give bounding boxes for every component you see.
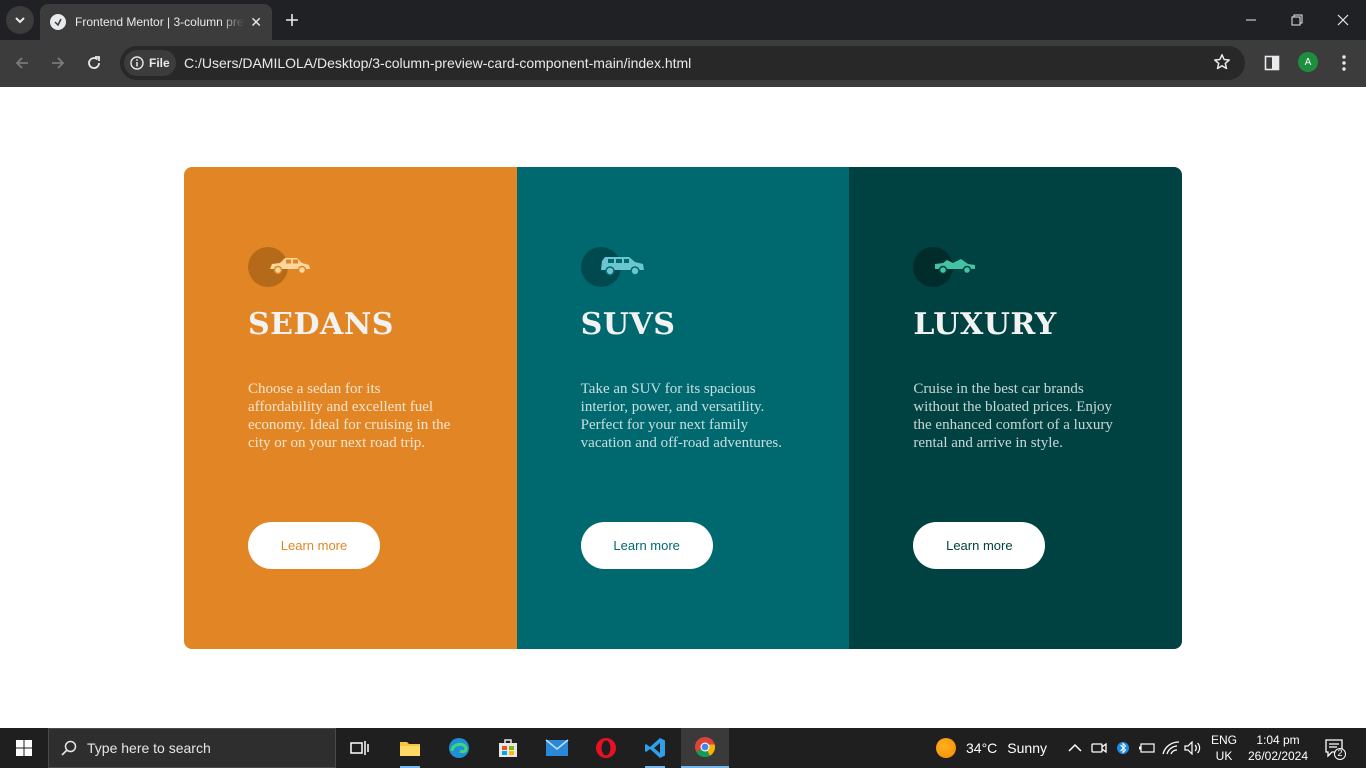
card-sedans: SEDANS Choose a sedan for its affordabil… bbox=[184, 167, 517, 649]
microsoft-store-button[interactable] bbox=[484, 728, 532, 768]
windows-logo-icon bbox=[16, 740, 32, 756]
new-tab-button[interactable] bbox=[282, 10, 302, 30]
forward-button[interactable] bbox=[47, 52, 69, 74]
task-view-icon bbox=[350, 741, 369, 755]
opera-browser-icon bbox=[596, 738, 616, 758]
sun-icon bbox=[936, 738, 956, 758]
card-description: Choose a sedan for its affordability and… bbox=[248, 381, 451, 451]
file-explorer-button[interactable] bbox=[386, 728, 434, 768]
tab-title: Frontend Mentor | 3-column preview card … bbox=[75, 15, 245, 29]
bluetooth-icon[interactable] bbox=[1114, 739, 1132, 757]
card-suvs: SUVS Take an SUV for its spacious interi… bbox=[516, 167, 850, 649]
opera-button[interactable] bbox=[582, 728, 630, 768]
language-code: ENG bbox=[1211, 733, 1238, 747]
side-panel-button[interactable] bbox=[1262, 52, 1282, 74]
tab-close-icon[interactable]: ✕ bbox=[250, 14, 262, 31]
learn-more-button-suvs[interactable]: Learn more bbox=[580, 522, 713, 569]
profile-avatar[interactable]: A bbox=[1298, 52, 1318, 72]
side-panel-icon bbox=[1264, 55, 1280, 71]
system-clock[interactable]: 1:04 pm 26/02/2024 bbox=[1246, 732, 1310, 764]
chevron-up-icon[interactable] bbox=[1066, 739, 1084, 757]
search-icon bbox=[61, 740, 77, 756]
wifi-icon[interactable] bbox=[1162, 739, 1180, 757]
tab-search-button[interactable] bbox=[6, 6, 34, 34]
browser-tabstrip: Frontend Mentor | 3-column preview card … bbox=[0, 0, 1366, 40]
windows-taskbar: Type here to search 34°C Sunny ENG UK 1:… bbox=[0, 728, 1366, 768]
card-luxury: LUXURY Cruise in the best car brands wit… bbox=[849, 167, 1182, 649]
browser-tab-active[interactable]: Frontend Mentor | 3-column preview card … bbox=[40, 4, 272, 40]
back-button[interactable] bbox=[11, 52, 33, 74]
clock-time: 1:04 pm bbox=[1256, 733, 1300, 747]
card-title: LUXURY bbox=[913, 307, 1057, 342]
url-text[interactable]: C:/Users/DAMILOLA/Desktop/3-column-previ… bbox=[184, 55, 691, 71]
edge-button[interactable] bbox=[435, 728, 483, 768]
clock-date: 26/02/2024 bbox=[1247, 749, 1309, 763]
learn-more-button-luxury[interactable]: Learn more bbox=[913, 522, 1046, 569]
luxury-car-icon bbox=[913, 247, 977, 287]
preview-card-component: SEDANS Choose a sedan for its affordabil… bbox=[184, 167, 1182, 649]
plus-icon bbox=[286, 14, 298, 26]
info-icon bbox=[130, 56, 144, 70]
edge-browser-icon bbox=[449, 738, 469, 758]
weather-widget[interactable]: 34°C Sunny bbox=[936, 728, 1047, 768]
weather-temperature: 34°C bbox=[966, 740, 998, 756]
reload-icon bbox=[88, 56, 100, 69]
sedan-car-icon bbox=[248, 247, 312, 287]
card-title: SEDANS bbox=[248, 307, 394, 342]
site-chip-label: File bbox=[149, 56, 170, 70]
suv-car-icon bbox=[580, 247, 645, 287]
browser-toolbar: File C:/Users/DAMILOLA/Desktop/3-column-… bbox=[0, 40, 1366, 87]
search-placeholder: Type here to search bbox=[87, 740, 211, 756]
battery-icon[interactable] bbox=[1138, 739, 1156, 757]
keyboard-layout: UK bbox=[1215, 749, 1233, 763]
taskbar-search-input[interactable]: Type here to search bbox=[48, 728, 336, 768]
chevron-down-icon bbox=[15, 17, 25, 24]
mail-icon bbox=[545, 739, 569, 756]
card-title: SUVS bbox=[580, 307, 676, 342]
minimize-icon bbox=[1246, 19, 1256, 21]
vs-code-icon bbox=[645, 738, 665, 758]
mail-button[interactable] bbox=[533, 728, 581, 768]
chrome-browser-icon bbox=[695, 737, 716, 758]
start-button[interactable] bbox=[0, 728, 48, 768]
page-viewport: SEDANS Choose a sedan for its affordabil… bbox=[0, 87, 1366, 728]
site-info-chip[interactable]: File bbox=[124, 50, 176, 76]
notification-center-button[interactable]: 2 bbox=[1324, 738, 1346, 760]
card-description: Cruise in the best car brands without th… bbox=[913, 381, 1113, 451]
minimize-button[interactable] bbox=[1241, 10, 1261, 30]
learn-more-button-sedans[interactable]: Learn more bbox=[248, 522, 380, 569]
bookmark-star-icon[interactable] bbox=[1213, 53, 1231, 76]
folder-icon bbox=[400, 742, 420, 756]
close-window-button[interactable] bbox=[1333, 10, 1353, 30]
frontend-mentor-favicon-icon bbox=[50, 14, 66, 30]
notification-count-badge: 2 bbox=[1337, 748, 1343, 758]
arrow-left-icon bbox=[15, 57, 28, 69]
arrow-right-icon bbox=[52, 57, 65, 69]
restore-button[interactable] bbox=[1287, 10, 1307, 30]
restore-icon bbox=[1291, 14, 1303, 26]
address-bar[interactable]: File C:/Users/DAMILOLA/Desktop/3-column-… bbox=[120, 46, 1245, 80]
weather-condition: Sunny bbox=[1007, 740, 1047, 756]
chrome-button[interactable] bbox=[681, 728, 729, 768]
card-description: Take an SUV for its spacious interior, p… bbox=[580, 381, 782, 451]
language-indicator[interactable]: ENG UK bbox=[1211, 732, 1237, 764]
meet-now-icon[interactable] bbox=[1090, 739, 1108, 757]
more-vertical-icon bbox=[1342, 55, 1346, 71]
store-bag-icon bbox=[499, 739, 517, 757]
browser-menu-button[interactable] bbox=[1334, 52, 1354, 74]
close-icon bbox=[1337, 14, 1349, 26]
reload-button[interactable] bbox=[83, 52, 105, 74]
task-view-button[interactable] bbox=[336, 728, 384, 768]
speaker-volume-icon[interactable] bbox=[1184, 739, 1202, 757]
vs-code-button[interactable] bbox=[631, 728, 679, 768]
